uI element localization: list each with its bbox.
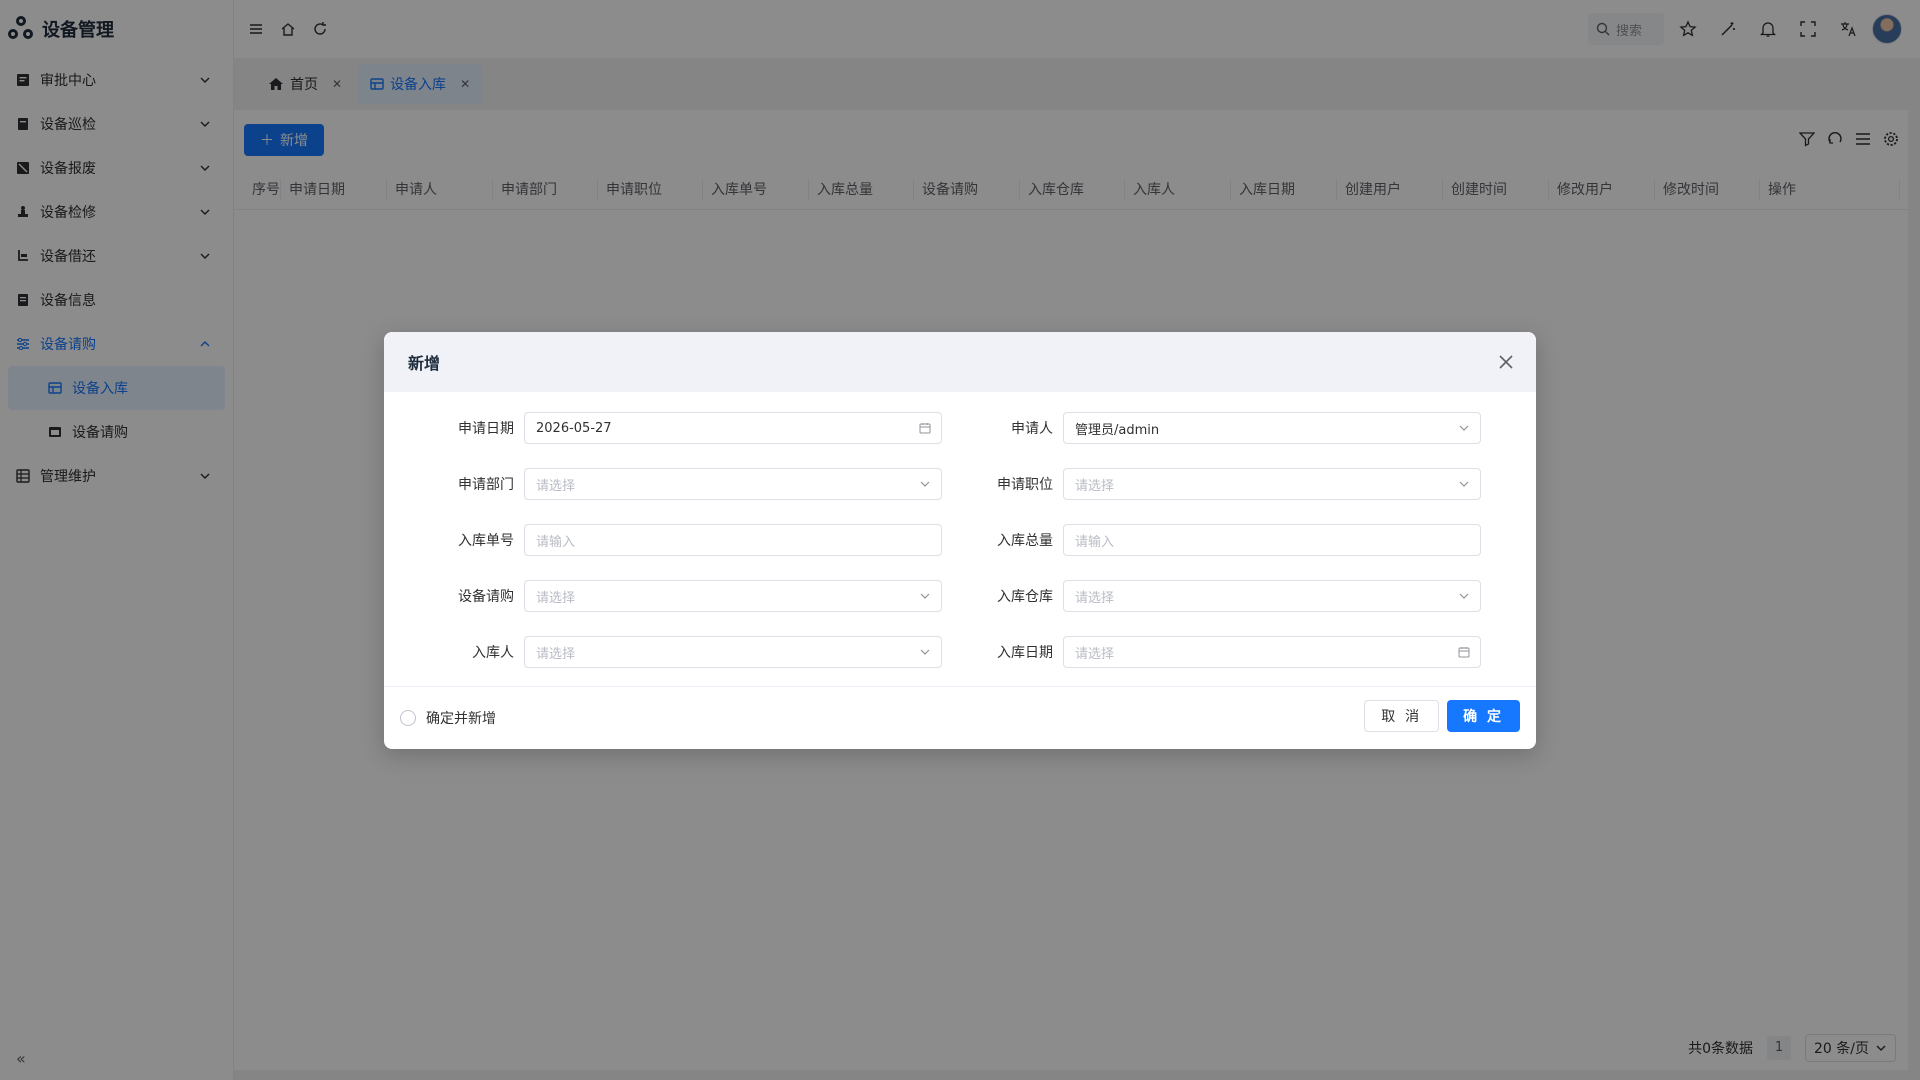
form-item-warehouse: 入库仓库 请选择 xyxy=(947,579,1486,613)
purchase-request-select[interactable]: 请选择 xyxy=(524,580,942,612)
field-placeholder: 请选择 xyxy=(536,478,576,494)
field-placeholder: 请选择 xyxy=(1075,646,1115,662)
dialog-title: 新增 xyxy=(408,354,441,373)
stock-in-date-picker[interactable]: 请选择 xyxy=(1063,636,1481,668)
form-item-apply-date: 申请日期 2026-05-27 xyxy=(408,411,947,445)
dialog-actions: 取 消 确 定 xyxy=(1364,700,1520,732)
field-label: 申请日期 xyxy=(458,421,514,437)
dialog-form: 申请日期 2026-05-27 申请人 管理员/admin 申请部门 请选择 申… xyxy=(384,392,1536,687)
cancel-button[interactable]: 取 消 xyxy=(1364,700,1440,732)
dialog-header: 新增 xyxy=(384,332,1536,392)
form-row: 入库单号 请输入 入库总量 请输入 xyxy=(408,523,1486,557)
field-placeholder: 请选择 xyxy=(1075,590,1115,606)
chevron-down-icon xyxy=(920,649,930,655)
chevron-down-icon xyxy=(1459,593,1469,599)
form-item-department: 申请部门 请选择 xyxy=(408,467,947,501)
field-label: 入库总量 xyxy=(997,533,1053,549)
form-item-applicant: 申请人 管理员/admin xyxy=(947,411,1486,445)
field-label: 申请人 xyxy=(1011,421,1053,437)
close-icon[interactable] xyxy=(1496,352,1516,372)
field-value: 管理员/admin xyxy=(1075,422,1160,438)
receiver-select[interactable]: 请选择 xyxy=(524,636,942,668)
dialog-footer: 确定并新增 取 消 确 定 xyxy=(384,687,1536,749)
form-item-stock-in-date: 入库日期 请选择 xyxy=(947,635,1486,669)
applicant-select[interactable]: 管理员/admin xyxy=(1063,412,1481,444)
form-item-stock-in-total: 入库总量 请输入 xyxy=(947,523,1486,557)
form-row: 申请部门 请选择 申请职位 请选择 xyxy=(408,467,1486,501)
confirm-and-add-checkbox[interactable] xyxy=(400,710,416,726)
form-item-purchase-request: 设备请购 请选择 xyxy=(408,579,947,613)
form-row: 设备请购 请选择 入库仓库 请选择 xyxy=(408,579,1486,613)
checkbox-label: 确定并新增 xyxy=(426,711,496,727)
field-placeholder: 请选择 xyxy=(1075,478,1115,494)
calendar-icon xyxy=(919,423,931,434)
add-dialog: 新增 申请日期 2026-05-27 申请人 管理员/admin 申请部门 请选… xyxy=(384,332,1536,749)
stock-in-no-input[interactable]: 请输入 xyxy=(524,524,942,556)
field-label: 入库日期 xyxy=(997,645,1053,661)
field-label: 入库人 xyxy=(472,645,514,661)
field-placeholder: 请选择 xyxy=(536,590,576,606)
form-row: 入库人 请选择 入库日期 请选择 xyxy=(408,635,1486,669)
field-placeholder: 请选择 xyxy=(536,646,576,662)
chevron-down-icon xyxy=(920,481,930,487)
department-select[interactable]: 请选择 xyxy=(524,468,942,500)
calendar-icon xyxy=(1458,647,1470,658)
field-label: 申请职位 xyxy=(997,477,1053,493)
apply-date-picker[interactable]: 2026-05-27 xyxy=(524,412,942,444)
form-item-stock-in-no: 入库单号 请输入 xyxy=(408,523,947,557)
position-select[interactable]: 请选择 xyxy=(1063,468,1481,500)
chevron-down-icon xyxy=(1459,425,1469,431)
warehouse-select[interactable]: 请选择 xyxy=(1063,580,1481,612)
form-item-receiver: 入库人 请选择 xyxy=(408,635,947,669)
field-value: 2026-05-27 xyxy=(536,420,612,436)
field-label: 申请部门 xyxy=(458,477,514,493)
field-label: 入库仓库 xyxy=(997,589,1053,605)
field-label: 入库单号 xyxy=(458,533,514,549)
field-placeholder: 请输入 xyxy=(1075,534,1115,550)
chevron-down-icon xyxy=(920,593,930,599)
field-label: 设备请购 xyxy=(458,589,514,605)
stock-in-total-input[interactable]: 请输入 xyxy=(1063,524,1481,556)
field-placeholder: 请输入 xyxy=(536,534,576,550)
form-row: 申请日期 2026-05-27 申请人 管理员/admin xyxy=(408,411,1486,445)
form-item-position: 申请职位 请选择 xyxy=(947,467,1486,501)
chevron-down-icon xyxy=(1459,481,1469,487)
confirm-button[interactable]: 确 定 xyxy=(1447,700,1520,732)
